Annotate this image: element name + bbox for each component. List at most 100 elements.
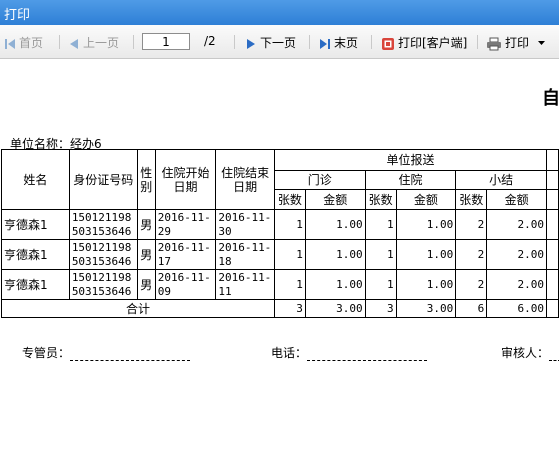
table-row: 亨德森1 150121198503153646 男 2016-11-17 201… <box>1 239 559 270</box>
phone-signature-line <box>307 348 428 361</box>
header-end-date: 住院结束日期 <box>215 149 275 210</box>
printer-icon <box>487 37 501 50</box>
cell-ip-amount: 1.00 <box>395 269 457 300</box>
cell-name: 亨德森1 <box>1 269 70 300</box>
cell-id: 150121198503153646 <box>68 269 138 300</box>
window-titlebar: 打印 <box>0 0 559 25</box>
last-page-button[interactable]: 末页 <box>319 34 358 51</box>
header-group: 单位报送 <box>273 149 547 171</box>
signature-phone: 电话： <box>271 344 428 361</box>
cell-op-count: 1 <box>273 209 306 240</box>
print-button[interactable]: 打印 <box>486 34 548 51</box>
last-page-label: 末页 <box>334 36 359 50</box>
print-client-button[interactable]: 打印[客户端] <box>381 34 467 51</box>
report-title: 自 <box>542 88 559 109</box>
total-ip-amount: 3.00 <box>395 299 457 318</box>
print-client-icon <box>382 37 394 50</box>
header-sex: 性别 <box>136 149 156 210</box>
header-start-date: 住院开始日期 <box>154 149 217 210</box>
table-row: 亨德森1 150121198503153646 男 2016-11-29 201… <box>1 209 559 240</box>
cell-id: 150121198503153646 <box>68 239 138 270</box>
header-row: 姓名 身份证号码 性别 住院开始日期 住院结束日期 单位报送 <box>1 149 559 210</box>
last-page-icon <box>320 38 330 49</box>
toolbar-separator <box>309 35 310 49</box>
cell-ip-amount: 1.00 <box>395 209 457 240</box>
cell-ip-amount: 1.00 <box>395 239 457 270</box>
cell-overflow <box>545 209 559 240</box>
header-name: 姓名 <box>1 149 70 210</box>
toolbar: 首页 上一页 /2 下一页 末页 打印[客户端] 打印 <box>0 25 559 59</box>
cell-op-count: 1 <box>273 269 306 300</box>
header-overflow <box>545 149 559 171</box>
first-page-button[interactable]: 首页 <box>4 34 43 51</box>
total-sub-amount: 6.00 <box>486 299 547 318</box>
header-ip-count: 张数 <box>364 189 397 210</box>
header-op-count: 张数 <box>273 189 306 210</box>
total-row: 合计 3 3.00 3 3.00 6 6.00 <box>1 299 559 318</box>
toolbar-separator <box>371 35 372 49</box>
cell-sub-count: 2 <box>455 239 488 270</box>
manager-signature-line <box>70 348 191 361</box>
cell-sub-amount: 2.00 <box>486 209 547 240</box>
cell-op-amount: 1.00 <box>304 209 366 240</box>
cell-sub-count: 2 <box>455 269 488 300</box>
cell-overflow <box>545 269 559 300</box>
cell-name: 亨德森1 <box>1 239 70 270</box>
cell-ip-count: 1 <box>364 269 397 300</box>
header-inpatient: 住院 <box>364 170 457 190</box>
cell-sub-amount: 2.00 <box>486 239 547 270</box>
next-page-icon <box>247 38 255 49</box>
cell-name: 亨德森1 <box>1 209 70 240</box>
header-outpatient: 门诊 <box>273 170 366 190</box>
cell-id: 150121198503153646 <box>68 209 138 240</box>
toolbar-separator <box>133 35 134 49</box>
page-number-input[interactable] <box>142 33 190 50</box>
cell-end-date: 2016-11-18 <box>215 239 275 270</box>
chevron-down-icon[interactable] <box>537 41 545 46</box>
window-title: 打印 <box>4 8 31 23</box>
toolbar-separator <box>234 35 235 49</box>
phone-label: 电话： <box>271 346 308 360</box>
cell-sex: 男 <box>136 209 156 240</box>
toolbar-separator <box>477 35 478 49</box>
total-op-count: 3 <box>273 299 306 318</box>
cell-start-date: 2016-11-17 <box>154 239 217 270</box>
reviewer-signature-line <box>549 348 559 361</box>
header-sub-count: 张数 <box>455 189 488 210</box>
toolbar-separator <box>59 35 60 49</box>
prev-page-button[interactable]: 上一页 <box>68 34 119 51</box>
total-ip-count: 3 <box>364 299 397 318</box>
prev-page-icon <box>70 38 78 49</box>
header-subtotal: 小结 <box>455 170 547 190</box>
first-page-label: 首页 <box>19 36 44 50</box>
cell-op-amount: 1.00 <box>304 269 366 300</box>
total-op-amount: 3.00 <box>304 299 366 318</box>
print-client-label: 打印[客户端] <box>398 36 468 50</box>
cell-sub-count: 2 <box>455 209 488 240</box>
total-sub-count: 6 <box>455 299 488 318</box>
cell-ip-count: 1 <box>364 209 397 240</box>
header-sub-amount: 金额 <box>486 189 547 210</box>
header-overflow <box>545 189 559 210</box>
cell-end-date: 2016-11-30 <box>215 209 275 240</box>
cell-sub-amount: 2.00 <box>486 269 547 300</box>
cell-op-count: 1 <box>273 239 306 270</box>
first-page-icon <box>5 38 15 49</box>
reviewer-label: 审核人： <box>501 346 550 360</box>
header-id: 身份证号码 <box>68 149 138 210</box>
print-label: 打印 <box>505 36 530 50</box>
cell-overflow <box>545 239 559 270</box>
table-row: 亨德森1 150121198503153646 男 2016-11-09 201… <box>1 269 559 300</box>
cell-sex: 男 <box>136 269 156 300</box>
report-table: 姓名 身份证号码 性别 住院开始日期 住院结束日期 单位报送 门诊 住院 小结 … <box>1 149 559 318</box>
signature-manager: 专管员： <box>22 344 191 361</box>
cell-ip-count: 1 <box>364 239 397 270</box>
cell-op-amount: 1.00 <box>304 239 366 270</box>
total-label: 合计 <box>1 299 275 318</box>
page-total: /2 <box>204 34 216 48</box>
next-page-button[interactable]: 下一页 <box>245 34 296 51</box>
cell-end-date: 2016-11-11 <box>215 269 275 300</box>
header-ip-amount: 金额 <box>395 189 457 210</box>
next-page-label: 下一页 <box>260 36 297 50</box>
prev-page-label: 上一页 <box>83 36 120 50</box>
